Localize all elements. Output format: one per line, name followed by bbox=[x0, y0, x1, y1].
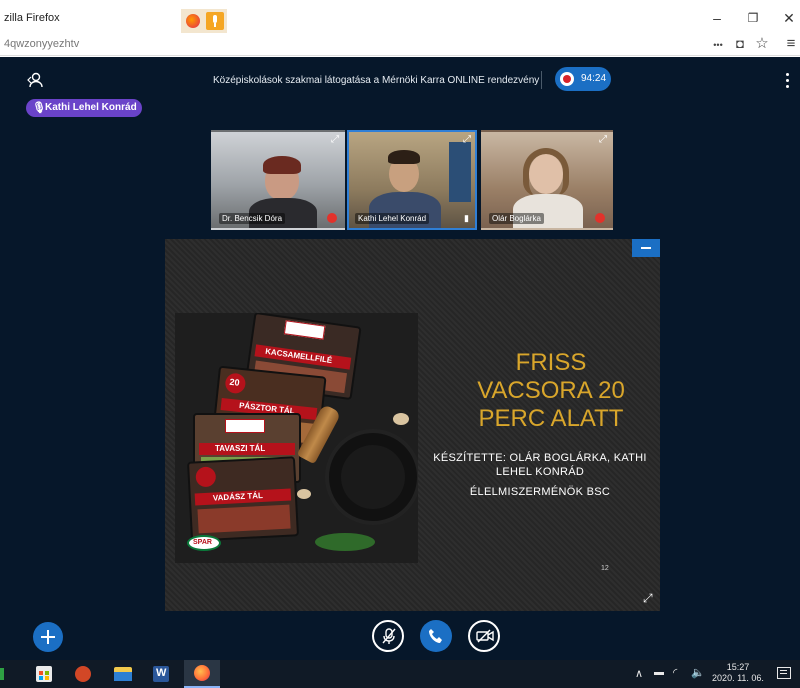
notifications-icon[interactable] bbox=[777, 667, 791, 679]
expand-icon[interactable]: ⤢ bbox=[463, 134, 471, 145]
firefox-taskbar-button[interactable] bbox=[184, 660, 220, 688]
clock-time: 15:27 bbox=[726, 662, 750, 672]
slide-author-block: KÉSZÍTETTE: OLÁR BOGLÁRKA, KATHI LEHEL K… bbox=[429, 451, 651, 499]
participant-name: Kathi Lehel Konrád bbox=[355, 213, 430, 224]
expand-icon[interactable]: ⤢ bbox=[331, 134, 339, 145]
clock-date: 2020. 11. 06. bbox=[712, 673, 764, 683]
restore-button[interactable]: ❐ bbox=[743, 8, 763, 28]
recording-timer[interactable]: 94:24 bbox=[555, 67, 611, 91]
volume-icon[interactable]: 🔈 bbox=[691, 666, 705, 679]
fullscreen-icon[interactable]: ⤢ bbox=[643, 591, 653, 606]
options-menu-icon[interactable] bbox=[786, 73, 790, 89]
taskbar: W ∧ ▬ ◜ 🔈 15:27 2020. 11. 06. bbox=[0, 660, 800, 688]
microphone-muted-icon bbox=[382, 628, 396, 644]
wifi-icon[interactable]: ◜ bbox=[673, 666, 677, 679]
address-bar[interactable]: 4qwzonyyezhtv ••• ◘ ☆ ≡ bbox=[0, 34, 800, 56]
signal-icon: ▮ bbox=[464, 213, 469, 223]
url-text[interactable]: 4qwzonyyezhtv bbox=[4, 38, 79, 50]
video-tile-2[interactable]: ⤢ Kathi Lehel Konrád ▮ bbox=[347, 130, 477, 230]
close-window-button[interactable]: ✕ bbox=[779, 8, 799, 28]
minimize-presentation-button[interactable] bbox=[632, 239, 660, 257]
firefox-icon bbox=[186, 14, 200, 28]
camera-off-icon bbox=[476, 629, 494, 643]
clock[interactable]: 15:27 2020. 11. 06. bbox=[708, 662, 768, 684]
share-webcam-button[interactable] bbox=[468, 620, 500, 652]
brand-logo: SPAR bbox=[187, 535, 221, 551]
slide-title-line: FRISS bbox=[515, 349, 587, 376]
microphone-sharing-icon bbox=[206, 12, 224, 30]
video-tile-3[interactable]: ⤢ Olár Boglárka bbox=[481, 130, 613, 230]
more-actions-icon[interactable]: ••• bbox=[709, 36, 727, 54]
slide-title-block: FRISS VACSORA 20 PERC ALATT bbox=[451, 349, 651, 433]
menu-icon[interactable]: ≡ bbox=[782, 35, 800, 53]
badge-20: 20 bbox=[229, 376, 241, 388]
firefox-icon bbox=[194, 665, 210, 681]
speaking-user-name: Kathi Lehel Konrád bbox=[45, 102, 137, 113]
battery-icon[interactable]: ▬ bbox=[654, 667, 664, 678]
muted-icon bbox=[595, 213, 605, 223]
slide-author-line: KÉSZÍTETTE: OLÁR BOGLÁRKA, KATHI bbox=[433, 452, 647, 464]
sharing-indicator[interactable] bbox=[181, 9, 227, 33]
timer-text: 94:24 bbox=[581, 73, 607, 84]
slide-program: ÉLELMISZERMÉNÖK BSC bbox=[469, 486, 611, 498]
users-list-icon[interactable] bbox=[26, 71, 44, 89]
speaking-user-badge: 🎙 Kathi Lehel Konrád bbox=[26, 99, 142, 117]
muted-icon bbox=[327, 213, 337, 223]
browser-titlebar: zilla Firefox – ❐ ✕ bbox=[0, 0, 800, 34]
file-explorer-icon[interactable] bbox=[114, 667, 132, 681]
meeting-area: 🎙 Kathi Lehel Konrád Középiskolások szak… bbox=[0, 57, 800, 660]
package-4: VADÁSZ TÁL bbox=[186, 456, 300, 542]
presentation-slide: KACSAMELLFILÉ PÁSZTOR TÁL 20 TAVASZI TÁL… bbox=[165, 239, 660, 611]
video-tile-1[interactable]: ⤢ Dr. Bencsik Dóra bbox=[211, 130, 345, 230]
meeting-title: Középiskolások szakmai látogatása a Mérn… bbox=[213, 75, 540, 86]
phone-icon bbox=[429, 629, 442, 643]
slide-title-line: VACSORA 20 bbox=[477, 377, 625, 404]
participant-name: Olár Boglárka bbox=[489, 213, 544, 224]
slide-title-line: PERC ALATT bbox=[478, 405, 624, 432]
title-divider bbox=[541, 71, 542, 89]
participant-name: Dr. Bencsik Dóra bbox=[219, 213, 286, 224]
recording-icon bbox=[560, 72, 574, 86]
minimize-button[interactable]: – bbox=[707, 8, 727, 28]
slide-image: KACSAMELLFILÉ PÁSZTOR TÁL 20 TAVASZI TÁL… bbox=[175, 313, 418, 563]
slide-author-line: LEHEL KONRÁD bbox=[495, 466, 585, 478]
pan bbox=[325, 429, 418, 525]
slide-page-number: 12 bbox=[601, 565, 609, 572]
window-title: zilla Firefox bbox=[4, 12, 60, 24]
microphone-icon: 🎙 bbox=[32, 102, 46, 114]
powerpoint-icon[interactable] bbox=[75, 666, 91, 682]
actions-button[interactable] bbox=[33, 622, 63, 652]
expand-icon[interactable]: ⤢ bbox=[599, 134, 607, 145]
audio-button[interactable] bbox=[420, 620, 452, 652]
bookmark-star-icon[interactable]: ☆ bbox=[753, 35, 771, 53]
tray-chevron-icon[interactable]: ∧ bbox=[635, 667, 643, 680]
unmute-button[interactable] bbox=[372, 620, 404, 652]
store-icon[interactable] bbox=[36, 666, 52, 682]
word-icon[interactable]: W bbox=[153, 666, 169, 682]
start-edge bbox=[0, 668, 4, 680]
pocket-icon[interactable]: ◘ bbox=[731, 35, 749, 53]
